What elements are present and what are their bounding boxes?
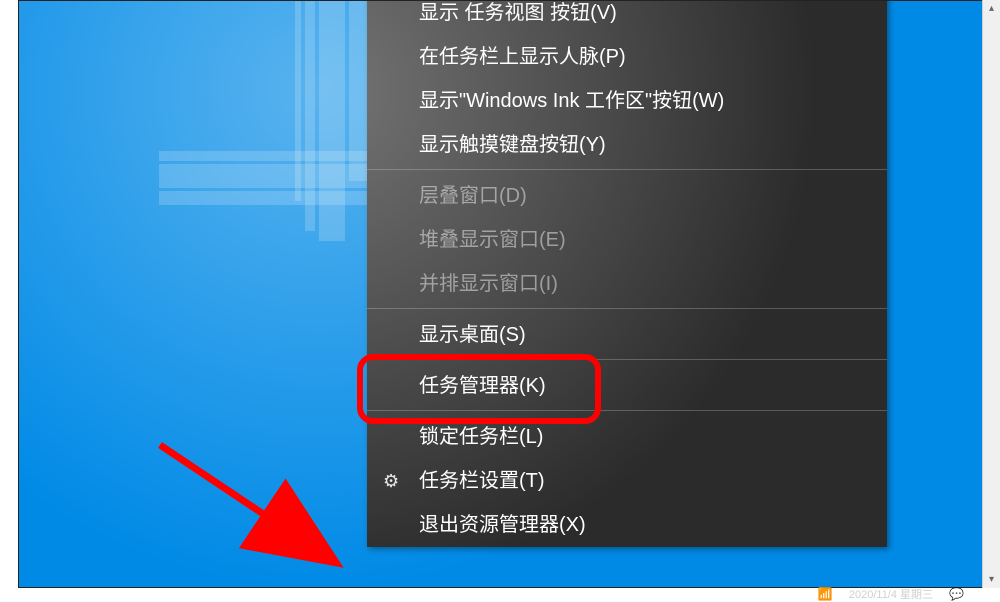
menu-item-taskbar-settings[interactable]: ⚙ 任务栏设置(T) (367, 459, 887, 503)
menu-item-label: 并排显示窗口(I) (419, 273, 558, 295)
wallpaper-light-ray (319, 0, 345, 241)
taskbar-context-menu[interactable]: 显示 任务视图 按钮(V) 在任务栏上显示人脉(P) 显示"Windows Ink … (367, 0, 887, 547)
menu-separator (367, 359, 887, 360)
menu-item-sidebyside: 并排显示窗口(I) (367, 262, 887, 306)
menu-item-people[interactable]: 在任务栏上显示人脉(P) (367, 35, 887, 79)
menu-separator (367, 410, 887, 411)
menu-item-label: 在任务栏上显示人脉(P) (419, 46, 626, 68)
menu-item-show-desktop[interactable]: 显示桌面(S) (367, 313, 887, 357)
gear-icon: ⚙ (383, 472, 399, 490)
vertical-scrollbar[interactable]: ▴ ▾ (982, 0, 1000, 588)
scroll-up-button[interactable]: ▴ (983, 0, 1000, 17)
menu-item-label: 任务栏设置(T) (419, 470, 545, 492)
menu-item-touch-keyboard[interactable]: 显示触摸键盘按钮(Y) (367, 123, 887, 167)
menu-item-label: 堆叠显示窗口(E) (419, 229, 566, 251)
menu-item-lock-taskbar[interactable]: 锁定任务栏(L) (367, 415, 887, 459)
system-tray: 📶 2020/11/4 星期三 💬 (18, 587, 1000, 601)
menu-item-label: 显示触摸键盘按钮(Y) (419, 134, 606, 156)
desktop-wallpaper: 显示 任务视图 按钮(V) 在任务栏上显示人脉(P) 显示"Windows Ink … (18, 0, 983, 588)
wallpaper-light-ray (349, 0, 367, 181)
menu-item-task-view[interactable]: 显示 任务视图 按钮(V) (367, 0, 887, 35)
menu-item-label: 显示"Windows Ink 工作区"按钮(W) (419, 90, 724, 112)
menu-separator (367, 308, 887, 309)
wallpaper-light-ray (159, 151, 369, 161)
menu-item-label: 显示桌面(S) (419, 324, 526, 346)
menu-item-label: 退出资源管理器(X) (419, 514, 586, 536)
menu-separator (367, 169, 887, 170)
chat-icon[interactable]: 💬 (949, 587, 964, 601)
menu-item-label: 显示 任务视图 按钮(V) (419, 2, 617, 24)
menu-item-task-manager[interactable]: 任务管理器(K) (367, 364, 887, 408)
wallpaper-light-ray (159, 191, 369, 205)
wifi-icon[interactable]: 📶 (818, 587, 833, 601)
menu-item-ink-workspace[interactable]: 显示"Windows Ink 工作区"按钮(W) (367, 79, 887, 123)
menu-item-cascade: 层叠窗口(D) (367, 174, 887, 218)
menu-item-label: 锁定任务栏(L) (419, 426, 543, 448)
tray-clock-date[interactable]: 2020/11/4 星期三 (849, 586, 933, 602)
scroll-down-button[interactable]: ▾ (983, 571, 1000, 588)
wallpaper-light-ray (305, 0, 315, 231)
menu-item-label: 任务管理器(K) (419, 375, 546, 397)
menu-item-label: 层叠窗口(D) (419, 185, 527, 207)
menu-item-exit-explorer[interactable]: 退出资源管理器(X) (367, 503, 887, 547)
wallpaper-light-ray (295, 0, 301, 201)
wallpaper-light-ray (159, 164, 369, 188)
menu-item-stack: 堆叠显示窗口(E) (367, 218, 887, 262)
